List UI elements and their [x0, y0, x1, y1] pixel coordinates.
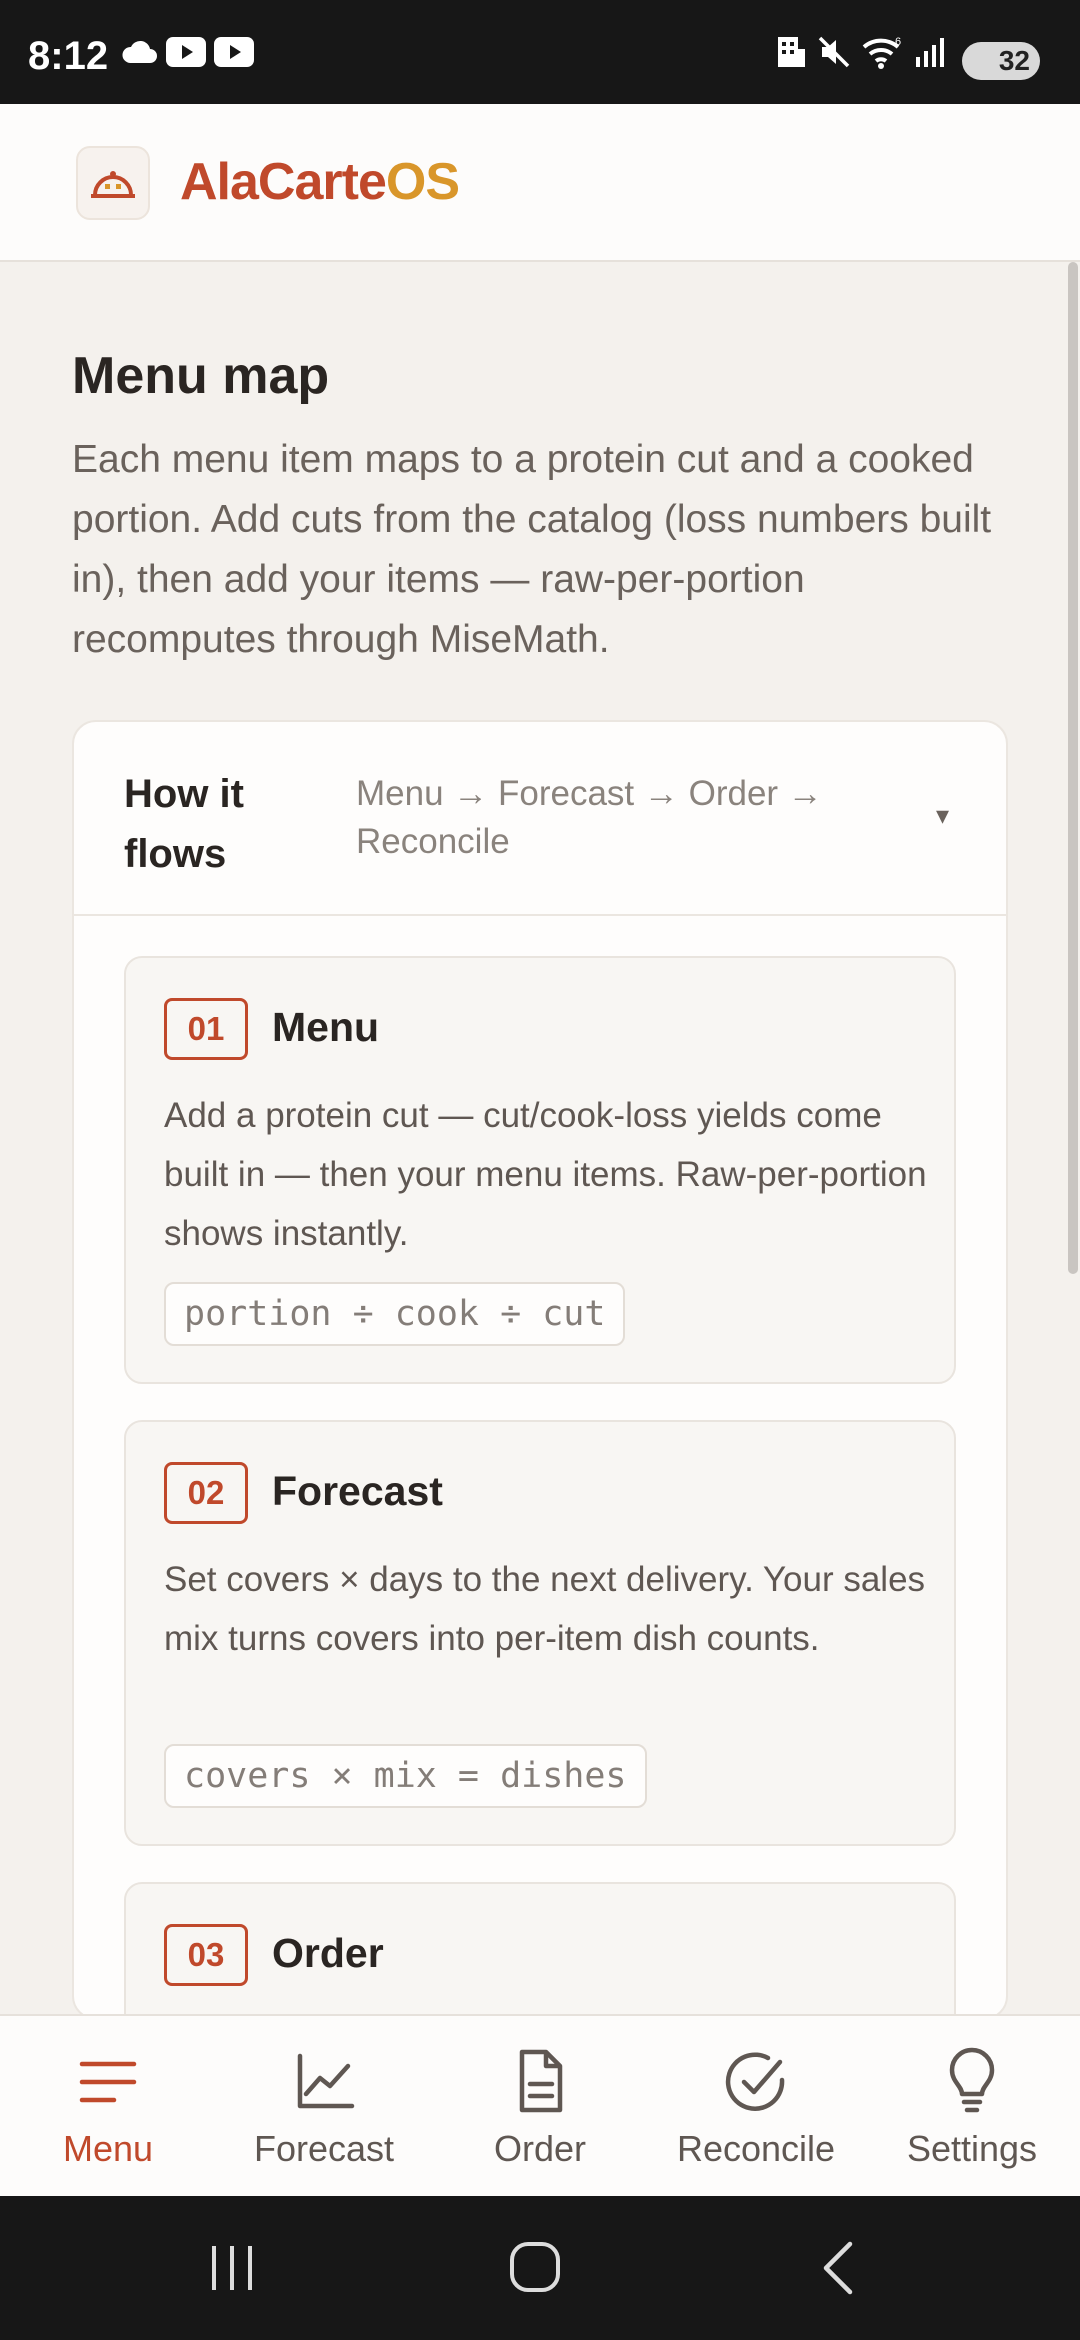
youtube-icon: [214, 0, 254, 104]
status-bar: 8:12 6 32: [0, 0, 1080, 104]
check-circle-icon: [725, 2052, 785, 2111]
step-formula: portion ÷ cook ÷ cut: [164, 1282, 626, 1346]
nav-label-menu: Menu: [62, 2128, 154, 2169]
back-icon[interactable]: [818, 2240, 858, 2296]
wifi-icon: 6: [862, 0, 902, 104]
page-title: Menu map: [72, 347, 330, 405]
status-time: 8:12: [28, 34, 109, 78]
nav-item-order[interactable]: Order: [432, 2016, 648, 2198]
app-header: AlaCarteOS: [0, 104, 1080, 262]
step-formula: covers × mix = dishes: [164, 1744, 647, 1808]
step-description: Add a protein cut — cut/cook-loss yields…: [164, 1096, 927, 1253]
nav-label-forecast: Forecast: [253, 2128, 395, 2169]
building-icon: [776, 0, 806, 104]
mute-icon: [816, 0, 852, 104]
chart-icon: [297, 2053, 355, 2109]
step-number: 02: [164, 1462, 248, 1524]
brand-name: AlaCarteOS: [180, 152, 460, 212]
lightbulb-icon: [949, 2047, 995, 2113]
recent-apps-icon[interactable]: [208, 2242, 258, 2294]
bottom-nav: Menu Forecast Order Reconcile Settings: [0, 2014, 1080, 2196]
brand-part1: AlaCarte: [180, 153, 387, 211]
step-title: Menu: [272, 1004, 380, 1050]
svg-text:6: 6: [895, 36, 901, 48]
step-number: 01: [164, 998, 248, 1060]
system-nav-bar: [0, 2196, 1080, 2340]
brand-part2: OS: [385, 153, 460, 211]
nav-label-order: Order: [493, 2128, 587, 2169]
page-description: Each menu item maps to a protein cut and…: [72, 438, 992, 661]
document-icon: [519, 2049, 563, 2113]
home-icon[interactable]: [508, 2240, 564, 2296]
nav-item-reconcile[interactable]: Reconcile: [648, 2016, 864, 2198]
scrollbar[interactable]: [1068, 262, 1078, 1274]
step-title: Order: [272, 1930, 384, 1976]
dome-icon[interactable]: [76, 146, 150, 220]
flow-card: How it flows Menu → Forecast → Order → R…: [72, 720, 1008, 2082]
nav-item-settings[interactable]: Settings: [864, 2016, 1080, 2198]
nav-item-menu[interactable]: Menu: [0, 2016, 216, 2198]
signal-icon: [914, 0, 950, 104]
step-card-forecast: 02 Forecast Set covers × days to the nex…: [124, 1420, 956, 1846]
nav-item-forecast[interactable]: Forecast: [216, 2016, 432, 2198]
youtube-icon: [166, 0, 206, 104]
step-number: 03: [164, 1924, 248, 1986]
nav-label-reconcile: Reconcile: [676, 2128, 836, 2169]
step-card-menu: 01 Menu Add a protein cut — cut/cook-los…: [124, 956, 956, 1384]
menu-icon: [79, 2061, 137, 2103]
nav-label-settings: Settings: [906, 2128, 1038, 2169]
flow-subtitle: Menu → Forecast → Order → Reconcile: [356, 774, 823, 861]
cloud-icon: [120, 0, 158, 104]
chevron-down-icon[interactable]: ▾: [936, 800, 949, 831]
battery-icon: 32: [962, 42, 1040, 80]
step-title: Forecast: [272, 1468, 443, 1514]
flow-header[interactable]: How it flows Menu → Forecast → Order → R…: [74, 722, 1006, 916]
flow-title: How it flows: [124, 772, 244, 876]
step-description: Set covers × days to the next delivery. …: [164, 1560, 926, 1658]
